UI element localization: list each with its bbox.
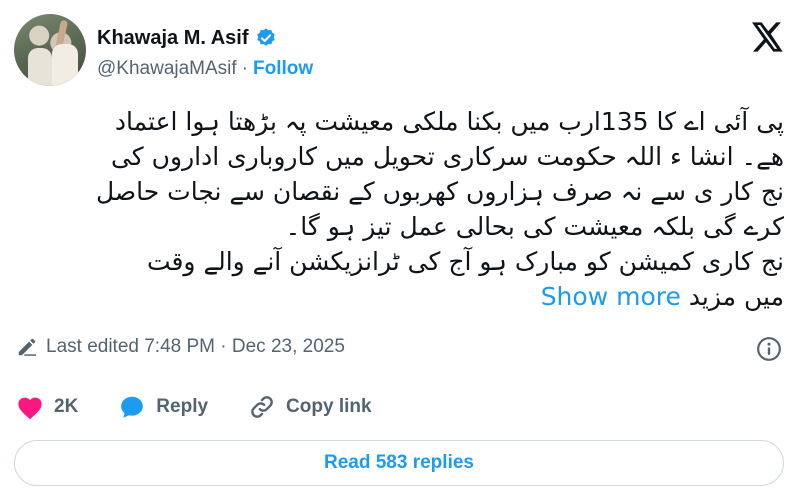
action-bar: 2K Reply Copy link [16, 394, 412, 420]
author-display-name[interactable]: Khawaja M. Asif [97, 26, 249, 50]
tweet-last-line: میں مزید Show more [14, 279, 784, 314]
reply-label: Reply [156, 396, 209, 417]
separator: · [241, 58, 248, 79]
x-logo-icon[interactable] [752, 22, 784, 52]
heart-icon [18, 397, 42, 420]
reply-button[interactable]: Reply [118, 394, 208, 420]
edited-timestamp[interactable]: Last edited 7:48 PM · Dec 23, 2025 [46, 336, 345, 358]
avatar[interactable] [14, 14, 86, 86]
like-button[interactable]: 2K [16, 394, 78, 420]
show-more-link[interactable]: Show more [541, 282, 681, 311]
tweet-text: پی آئی اے کا 135ارب میں بکنا ملکی معیشت … [14, 104, 784, 314]
copy-link-button[interactable]: Copy link [248, 394, 372, 420]
verified-badge-icon [256, 28, 275, 46]
info-icon[interactable] [756, 336, 782, 362]
copy-link-label: Copy link [286, 396, 372, 417]
follow-button[interactable]: Follow [253, 58, 313, 80]
tweet-line: نج کار ی سے نہ صرف ہزاروں کھربوں کے نقصا… [96, 177, 784, 206]
tweet-header: Khawaja M. Asif @KhawajaMAsif · Follow [14, 14, 786, 88]
read-replies-label: Read 583 replies [324, 452, 474, 473]
author-name-row: Khawaja M. Asif [97, 26, 313, 50]
author-info: Khawaja M. Asif @KhawajaMAsif · Follow [97, 26, 313, 80]
author-handle[interactable]: @KhawajaMAsif [97, 58, 237, 80]
reply-bubble-icon [121, 396, 144, 418]
tweet-line: کرے گی بلکہ معیشت کی بحالی عمل تیز ہو گا… [285, 212, 784, 241]
like-count: 2K [54, 396, 79, 417]
tweet-line: ھے۔ انشا ء اللہ حکومت سرکاری تحویل میں ک… [110, 142, 784, 171]
read-replies-button[interactable]: Read 583 replies [14, 440, 784, 486]
tweet-line: میں مزید [688, 282, 784, 311]
tweet-line: پی آئی اے کا 135ارب میں بکنا ملکی معیشت … [114, 107, 784, 136]
edit-pencil-icon [18, 338, 37, 356]
handle-row: @KhawajaMAsif · Follow [97, 58, 313, 80]
edited-meta: Last edited 7:48 PM · Dec 23, 2025 [16, 336, 345, 358]
link-icon [251, 396, 273, 418]
tweet-line: نج کاری کمیشن کو مبارک ہو آج کی ٹرانزیکش… [146, 247, 784, 276]
